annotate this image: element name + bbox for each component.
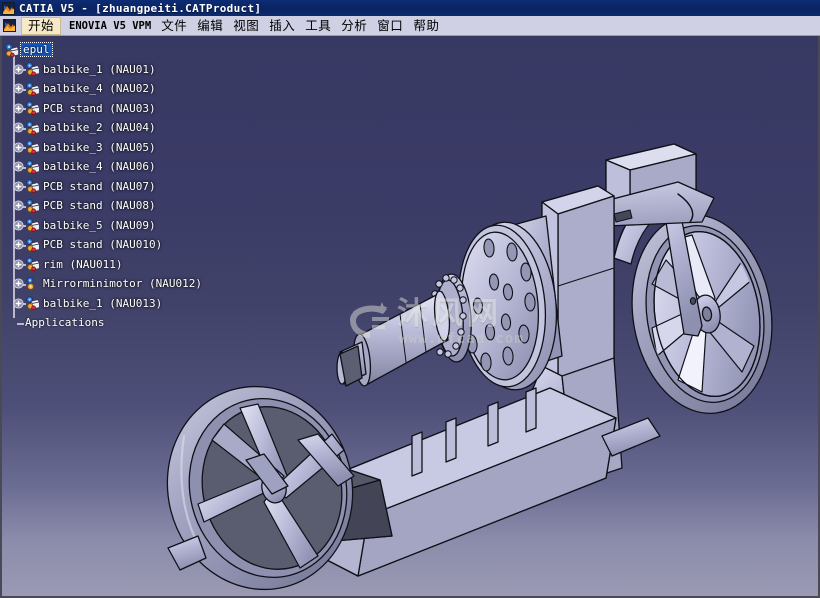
tree-item-label: rim (NAU011) bbox=[43, 257, 123, 271]
tree-item-label: PCB stand (NAU010) bbox=[43, 238, 163, 252]
tree-item-3[interactable]: balbike_2 (NAU04) bbox=[5, 118, 203, 138]
catia-application-window: CATIA V5 - [zhuangpeiti.CATProduct] 开始 E… bbox=[0, 0, 820, 598]
tree-item-10[interactable]: rim (NAU011) bbox=[5, 255, 203, 275]
tree-item-11[interactable]: Mirrorminimotor (NAU012) bbox=[5, 274, 203, 294]
menu-file[interactable]: 文件 bbox=[156, 17, 192, 35]
expand-icon[interactable] bbox=[13, 259, 24, 270]
tree-item-0[interactable]: balbike_1 (NAU01) bbox=[5, 60, 203, 80]
tree-item-7[interactable]: PCB stand (NAU08) bbox=[5, 196, 203, 216]
tree-item-label: balbike_4 (NAU02) bbox=[43, 82, 156, 96]
tree-item-label: PCB stand (NAU07) bbox=[43, 179, 156, 193]
window-title: CATIA V5 - [zhuangpeiti.CATProduct] bbox=[19, 1, 262, 15]
tree-item-9[interactable]: PCB stand (NAU010) bbox=[5, 235, 203, 255]
expand-icon[interactable] bbox=[13, 83, 24, 94]
tree-item-label: balbike_2 (NAU04) bbox=[43, 121, 156, 135]
menu-enovia[interactable]: ENOVIA V5 VPM bbox=[64, 17, 156, 35]
part-icon bbox=[26, 218, 41, 233]
tree-item-label: balbike_1 (NAU01) bbox=[43, 62, 156, 76]
tree-item-4[interactable]: balbike_3 (NAU05) bbox=[5, 138, 203, 158]
tree-item-label: PCB stand (NAU08) bbox=[43, 199, 156, 213]
catia-logo-icon bbox=[2, 1, 15, 15]
expand-icon[interactable] bbox=[13, 220, 24, 231]
tree-root-label: epul bbox=[20, 42, 53, 58]
expand-icon[interactable] bbox=[13, 103, 24, 114]
part-icon bbox=[26, 101, 41, 116]
tree-item-8[interactable]: balbike_5 (NAU09) bbox=[5, 216, 203, 236]
part-icon bbox=[26, 140, 41, 155]
catia-logo-icon[interactable] bbox=[3, 19, 16, 32]
part-icon bbox=[26, 120, 41, 135]
specification-tree[interactable]: epul balbike_1 (NAU01) balbike_4 (NAU02)… bbox=[2, 36, 203, 333]
part-icon bbox=[26, 62, 41, 77]
motor-flywheel bbox=[429, 215, 563, 391]
part-icon bbox=[26, 179, 41, 194]
menu-bar: 开始 ENOVIA V5 VPM 文件 编辑 视图 插入 工具 分析 窗口 帮助 bbox=[0, 16, 820, 36]
tree-item-label: balbike_3 (NAU05) bbox=[43, 140, 156, 154]
tree-item-label: PCB stand (NAU03) bbox=[43, 101, 156, 115]
tree-branch-line bbox=[17, 322, 24, 325]
part-icon bbox=[26, 198, 41, 213]
menu-edit[interactable]: 编辑 bbox=[192, 17, 228, 35]
expand-icon[interactable] bbox=[13, 142, 24, 153]
part-icon bbox=[26, 237, 41, 252]
tree-item-label: Applications bbox=[25, 316, 105, 330]
tree-item-label: Mirrorminimotor (NAU012) bbox=[43, 277, 202, 291]
product-icon bbox=[5, 43, 20, 57]
tree-item-6[interactable]: PCB stand (NAU07) bbox=[5, 177, 203, 197]
tree-item-12[interactable]: balbike_1 (NAU013) bbox=[5, 294, 203, 314]
menu-tools[interactable]: 工具 bbox=[300, 17, 336, 35]
expand-icon[interactable] bbox=[13, 64, 24, 75]
tree-item-label: balbike_4 (NAU06) bbox=[43, 160, 156, 174]
part-icon bbox=[26, 159, 41, 174]
part-icon bbox=[26, 296, 41, 311]
menu-insert[interactable]: 插入 bbox=[264, 17, 300, 35]
expand-icon[interactable] bbox=[13, 200, 24, 211]
title-bar: CATIA V5 - [zhuangpeiti.CATProduct] bbox=[0, 0, 820, 16]
expand-icon[interactable] bbox=[13, 278, 24, 289]
tree-item-2[interactable]: PCB stand (NAU03) bbox=[5, 99, 203, 119]
3d-viewport[interactable]: 沐风网 www.mfcad.com epul balbike_1 (NAU01)… bbox=[0, 36, 820, 598]
part-icon bbox=[26, 81, 41, 96]
menu-analyze[interactable]: 分析 bbox=[336, 17, 372, 35]
menu-window[interactable]: 窗口 bbox=[372, 17, 408, 35]
tree-root-node[interactable]: epul bbox=[5, 40, 203, 60]
expand-icon[interactable] bbox=[13, 239, 24, 250]
tree-item-applications[interactable]: Applications bbox=[5, 313, 203, 333]
menu-help[interactable]: 帮助 bbox=[408, 17, 444, 35]
menu-start[interactable]: 开始 bbox=[21, 16, 62, 35]
expand-icon[interactable] bbox=[13, 181, 24, 192]
part-icon bbox=[26, 257, 41, 272]
tree-item-label: balbike_1 (NAU013) bbox=[43, 296, 163, 310]
tree-item-5[interactable]: balbike_4 (NAU06) bbox=[5, 157, 203, 177]
expand-icon[interactable] bbox=[13, 298, 24, 309]
expand-icon[interactable] bbox=[13, 122, 24, 133]
tree-item-label: balbike_5 (NAU09) bbox=[43, 218, 156, 232]
expand-icon[interactable] bbox=[13, 161, 24, 172]
product-icon bbox=[26, 276, 41, 291]
menu-view[interactable]: 视图 bbox=[228, 17, 264, 35]
tree-item-1[interactable]: balbike_4 (NAU02) bbox=[5, 79, 203, 99]
